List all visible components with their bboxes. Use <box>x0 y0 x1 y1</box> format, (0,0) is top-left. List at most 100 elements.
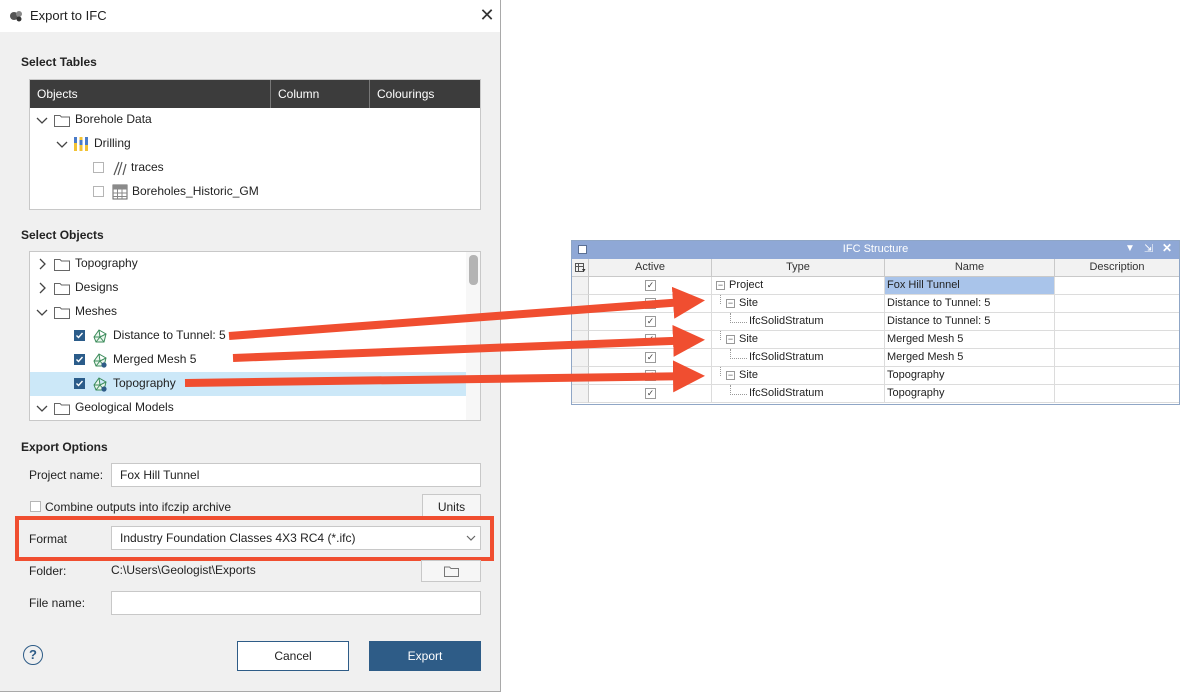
description-cell[interactable] <box>1055 277 1179 295</box>
project-name-label: Project name: <box>29 468 104 482</box>
column-header-objects[interactable]: Objects <box>30 80 271 108</box>
format-select[interactable]: Industry Foundation Classes 4X3 RC4 (*.i… <box>111 526 481 550</box>
description-cell[interactable] <box>1055 331 1179 349</box>
tree-item-distance-to-tunnel[interactable]: Distance to Tunnel: 5 <box>30 324 480 348</box>
name-cell[interactable]: Distance to Tunnel: 5 <box>885 313 1055 331</box>
description-cell[interactable] <box>1055 349 1179 367</box>
name-cell[interactable]: Fox Hill Tunnel <box>885 277 1055 295</box>
topography-checkbox[interactable] <box>74 378 85 389</box>
collapse-icon[interactable]: − <box>726 335 735 344</box>
row-header[interactable] <box>572 385 589 403</box>
type-cell[interactable]: − Site <box>712 331 885 349</box>
type-cell[interactable]: IfcSolidStratum <box>712 349 885 367</box>
description-cell[interactable] <box>1055 367 1179 385</box>
type-cell[interactable]: IfcSolidStratum <box>712 385 885 403</box>
name-cell[interactable]: Topography <box>885 385 1055 403</box>
active-checkbox[interactable]: ✓ <box>645 334 656 345</box>
active-cell[interactable]: ✓ <box>589 385 712 403</box>
close-icon[interactable]: ✕ <box>1162 241 1172 255</box>
folder-path: C:\Users\Geologist\Exports <box>111 563 256 577</box>
close-icon[interactable]: ✕ <box>478 6 496 24</box>
chevron-down-icon[interactable] <box>36 114 48 126</box>
description-cell[interactable] <box>1055 385 1179 403</box>
row-header-corner[interactable] <box>572 259 589 277</box>
export-button[interactable]: Export <box>369 641 481 671</box>
type-cell[interactable]: IfcSolidStratum <box>712 313 885 331</box>
name-text: Topography <box>887 369 945 381</box>
name-cell[interactable]: Topography <box>885 367 1055 385</box>
distance-to-tunnel-checkbox[interactable] <box>74 330 85 341</box>
cancel-button[interactable]: Cancel <box>237 641 349 671</box>
description-cell[interactable] <box>1055 313 1179 331</box>
tree-item-merged-mesh[interactable]: Merged Mesh 5 <box>30 348 480 372</box>
chevron-right-icon[interactable] <box>36 282 48 294</box>
column-header-column[interactable]: Column <box>271 80 370 108</box>
tree-item-drilling[interactable]: Drilling <box>30 132 480 156</box>
chevron-right-icon[interactable] <box>36 258 48 270</box>
tables-tree[interactable]: Objects Column Colourings Borehole Data … <box>29 79 481 210</box>
tree-item-traces[interactable]: traces <box>30 156 480 180</box>
active-checkbox[interactable]: ✓ <box>645 280 656 291</box>
pin-icon[interactable]: ⇲ <box>1144 242 1153 255</box>
tree-item-topography-mesh[interactable]: Topography <box>30 372 466 396</box>
name-cell[interactable]: Distance to Tunnel: 5 <box>885 295 1055 313</box>
browse-folder-button[interactable] <box>421 560 481 582</box>
objects-tree[interactable]: Topography Designs Meshes Distance to Tu… <box>29 251 481 421</box>
description-cell[interactable] <box>1055 295 1179 313</box>
tree-item-boreholes-historic-gm[interactable]: Boreholes_Historic_GM <box>30 180 480 204</box>
active-checkbox[interactable]: ✓ <box>645 388 656 399</box>
active-cell[interactable]: ✓ <box>589 313 712 331</box>
dropdown-icon[interactable]: ▼ <box>1125 243 1135 254</box>
name-cell[interactable]: Merged Mesh 5 <box>885 331 1055 349</box>
active-checkbox[interactable]: ✓ <box>645 370 656 381</box>
file-name-label: File name: <box>29 596 86 610</box>
project-name-input[interactable]: Fox Hill Tunnel <box>111 463 481 487</box>
active-cell[interactable]: ✓ <box>589 277 712 295</box>
row-header[interactable] <box>572 295 589 313</box>
column-header-active[interactable]: Active <box>589 259 712 277</box>
combine-outputs-checkbox[interactable] <box>30 501 41 512</box>
tree-item-geological-models[interactable]: Geological Models <box>30 396 480 420</box>
row-header[interactable] <box>572 349 589 367</box>
active-checkbox[interactable]: ✓ <box>645 352 656 363</box>
column-header-colourings[interactable]: Colourings <box>370 80 480 108</box>
chevron-down-icon[interactable] <box>56 138 68 150</box>
select-tables-label: Select Tables <box>21 55 97 69</box>
file-name-input[interactable] <box>111 591 481 615</box>
type-text: Site <box>739 297 758 309</box>
name-cell[interactable]: Merged Mesh 5 <box>885 349 1055 367</box>
active-cell[interactable]: ✓ <box>589 367 712 385</box>
row-header[interactable] <box>572 313 589 331</box>
collapse-icon[interactable]: − <box>726 299 735 308</box>
help-icon[interactable]: ? <box>23 645 43 665</box>
traces-checkbox[interactable] <box>93 162 104 173</box>
row-header[interactable] <box>572 367 589 385</box>
column-header-name[interactable]: Name <box>885 259 1055 277</box>
column-header-type[interactable]: Type <box>712 259 885 277</box>
collapse-icon[interactable]: − <box>716 281 725 290</box>
active-cell[interactable]: ✓ <box>589 349 712 367</box>
tree-item-meshes[interactable]: Meshes <box>30 300 480 324</box>
chevron-down-icon[interactable] <box>466 535 476 542</box>
chevron-down-icon[interactable] <box>36 306 48 318</box>
merged-mesh-checkbox[interactable] <box>74 354 85 365</box>
type-cell[interactable]: − Site <box>712 367 885 385</box>
row-header[interactable] <box>572 277 589 295</box>
active-cell[interactable]: ✓ <box>589 331 712 349</box>
column-chooser-icon[interactable] <box>574 263 586 273</box>
active-cell[interactable]: ✓ <box>589 295 712 313</box>
collapse-icon[interactable]: − <box>726 371 735 380</box>
active-checkbox[interactable]: ✓ <box>645 298 656 309</box>
active-checkbox[interactable]: ✓ <box>645 316 656 327</box>
tree-item-designs[interactable]: Designs <box>30 276 480 300</box>
type-cell[interactable]: − Site <box>712 295 885 313</box>
row-header[interactable] <box>572 331 589 349</box>
column-header-description[interactable]: Description <box>1055 259 1179 277</box>
tree-item-label: traces <box>131 160 164 174</box>
type-cell[interactable]: − Project <box>712 277 885 295</box>
tree-item-topography-folder[interactable]: Topography <box>30 252 480 276</box>
boreholes-historic-gm-checkbox[interactable] <box>93 186 104 197</box>
tree-item-borehole-data[interactable]: Borehole Data <box>30 108 480 132</box>
chevron-down-icon[interactable] <box>36 402 48 414</box>
folder-icon <box>54 403 70 415</box>
